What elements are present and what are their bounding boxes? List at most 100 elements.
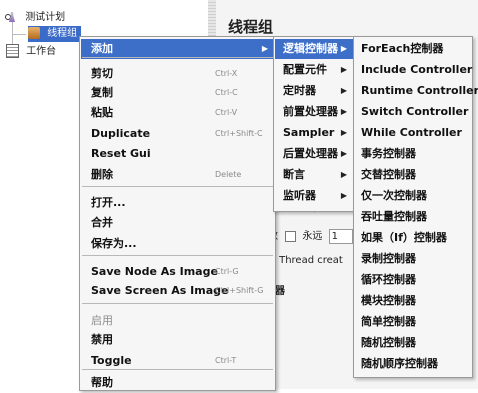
forever-checkbox[interactable] <box>285 230 297 242</box>
logic-controller-item-switch-controller[interactable]: Switch Controller <box>355 102 471 122</box>
tree-node-label: 测试计划 <box>25 12 66 23</box>
add-submenu-item-item-7[interactable]: 监听器 ▶ <box>275 186 353 206</box>
menu-item-shortcut: Ctrl-V <box>215 108 238 117</box>
menu-item-label: 帮助 <box>91 376 113 389</box>
tree-node-test-plan[interactable]: 测试计划 <box>5 10 66 26</box>
logic-controller-item-include-controller[interactable]: Include Controller <box>355 60 473 80</box>
menu-item-label: 交替控制器 <box>361 168 416 181</box>
logic-controller-item-item-11[interactable]: 循环控制器 <box>355 270 471 290</box>
context-menu: 添加 ▶ 剪切 Ctrl-X 复制 Ctrl-C 粘贴 Ctrl-V Duplicate Ctrl… <box>79 36 276 391</box>
tree-connector <box>12 34 26 35</box>
menu-item-label: 仅一次控制器 <box>361 189 427 202</box>
context-menu-item-item-3[interactable]: 粘贴 Ctrl-V <box>81 103 274 123</box>
workbench-icon <box>6 44 19 58</box>
thread-group-icon <box>28 27 40 39</box>
logic-controller-item-item-7[interactable]: 仅一次控制器 <box>355 186 471 206</box>
logic-controller-item-if[interactable]: 如果（If）控制器 <box>355 228 471 248</box>
submenu-arrow-icon: ▶ <box>340 149 347 158</box>
menu-item-shortcut: Ctrl+Shift-G <box>215 286 264 295</box>
menu-item-label: ForEach控制器 <box>361 42 444 55</box>
menu-item-label: 随机控制器 <box>361 336 416 349</box>
submenu-arrow-icon: ▶ <box>340 86 347 95</box>
logic-controller-item-item-5[interactable]: 事务控制器 <box>355 144 471 164</box>
submenu-arrow-icon: ▶ <box>261 44 268 53</box>
context-menu-item-save-node-as-image[interactable]: Save Node As Image Ctrl-G <box>81 262 274 282</box>
tree-node-label: 线程组 <box>47 28 78 39</box>
add-submenu-item-item-5[interactable]: 后置处理器 ▶ <box>275 144 353 164</box>
context-menu-item-item-9[interactable]: 保存为... <box>81 234 274 254</box>
logic-controller-item-while-controller[interactable]: While Controller <box>355 123 471 143</box>
menu-separator <box>82 186 273 187</box>
context-menu-item-item-15[interactable]: 帮助 <box>81 373 274 393</box>
context-menu-item-item-7[interactable]: 打开... <box>81 193 274 213</box>
menu-item-label: Toggle <box>91 354 132 367</box>
menu-item-label: Include Controller <box>361 63 473 76</box>
context-menu-item-toggle[interactable]: Toggle Ctrl-T <box>81 351 274 371</box>
menu-item-label: 吞吐量控制器 <box>361 210 427 223</box>
menu-item-label: 粘贴 <box>91 106 113 119</box>
submenu-arrow-icon: ▶ <box>340 128 347 137</box>
menu-separator <box>82 255 273 256</box>
menu-item-label: 配置元件 <box>283 63 327 76</box>
context-menu-item-item-13[interactable]: 禁用 <box>81 330 274 350</box>
loop-count-input[interactable]: 1 <box>328 228 353 244</box>
menu-separator <box>82 57 273 58</box>
menu-item-label: 删除 <box>91 168 113 181</box>
context-menu-item-item-1[interactable]: 剪切 Ctrl-X <box>81 64 274 84</box>
menu-item-shortcut: Ctrl-T <box>215 356 237 365</box>
test-plan-icon <box>5 11 18 23</box>
menu-separator <box>82 303 273 304</box>
menu-item-label: Reset Gui <box>91 147 151 160</box>
tree-node-label: 工作台 <box>26 46 57 57</box>
menu-item-label: Switch Controller <box>361 105 469 118</box>
logic-controller-item-foreach[interactable]: ForEach控制器 <box>355 39 471 59</box>
loop-count-row: 数 永远 1 <box>268 227 353 244</box>
context-menu-item-item-0[interactable]: 添加 ▶ <box>81 39 274 59</box>
add-submenu: 逻辑控制器 ▶ 配置元件 ▶ 定时器 ▶ 前置处理器 ▶ Sampler ▶ 后置处理器 ▶ 断言 ▶ 监听… <box>273 36 355 212</box>
menu-item-label: 简单控制器 <box>361 315 416 328</box>
forever-label: 永远 <box>302 231 323 242</box>
logic-controller-item-item-14[interactable]: 随机控制器 <box>355 333 471 353</box>
menu-item-label: 禁用 <box>91 333 113 346</box>
logic-controller-item-item-12[interactable]: 模块控制器 <box>355 291 471 311</box>
logic-controller-item-item-15[interactable]: 随机顺序控制器 <box>355 354 471 374</box>
context-menu-item-item-2[interactable]: 复制 Ctrl-C <box>81 83 274 103</box>
menu-item-label: 合并 <box>91 216 113 229</box>
delay-thread-creation-label: y Thread creat <box>270 255 343 266</box>
add-submenu-item-item-3[interactable]: 前置处理器 ▶ <box>275 102 353 122</box>
menu-item-label: Save Node As Image <box>91 265 218 278</box>
context-menu-item-save-screen-as-image[interactable]: Save Screen As Image Ctrl+Shift-G <box>81 281 274 301</box>
logic-controller-item-runtime-controller[interactable]: Runtime Controller <box>355 81 478 101</box>
menu-item-label: 剪切 <box>91 67 113 80</box>
menu-item-label: 添加 <box>91 42 113 55</box>
add-submenu-item-item-2[interactable]: 定时器 ▶ <box>275 81 353 101</box>
menu-item-shortcut: Ctrl-G <box>215 267 239 276</box>
logic-controller-item-item-8[interactable]: 吞吐量控制器 <box>355 207 471 227</box>
submenu-arrow-icon: ▶ <box>340 44 347 53</box>
context-menu-item-duplicate[interactable]: Duplicate Ctrl+Shift-C <box>81 124 274 144</box>
submenu-arrow-icon: ▶ <box>340 170 347 179</box>
logic-controller-item-item-10[interactable]: 录制控制器 <box>355 249 471 269</box>
submenu-arrow-icon: ▶ <box>340 107 347 116</box>
logic-controller-item-item-13[interactable]: 简单控制器 <box>355 312 471 332</box>
menu-item-label: Runtime Controller <box>361 84 478 97</box>
context-menu-item-reset-gui[interactable]: Reset Gui <box>81 144 274 164</box>
menu-item-label: 监听器 <box>283 189 316 202</box>
submenu-arrow-icon: ▶ <box>340 65 347 74</box>
menu-item-label: Save Screen As Image <box>91 284 229 297</box>
menu-item-shortcut: Delete <box>215 170 242 179</box>
tree-node-thread-group[interactable]: 线程组 <box>28 26 82 42</box>
menu-item-shortcut: Ctrl-X <box>215 69 238 78</box>
add-submenu-item-item-0[interactable]: 逻辑控制器 ▶ <box>275 39 353 59</box>
menu-item-label: 逻辑控制器 <box>283 42 338 55</box>
context-menu-item-item-6[interactable]: 删除 Delete <box>81 165 274 185</box>
add-submenu-item-sampler[interactable]: Sampler ▶ <box>275 123 353 143</box>
add-submenu-item-item-1[interactable]: 配置元件 ▶ <box>275 60 353 80</box>
scheduler-label: 器 <box>275 286 285 297</box>
tree-node-workbench[interactable]: 工作台 <box>6 44 56 60</box>
context-menu-item-item-12[interactable]: 启用 <box>81 311 274 331</box>
add-submenu-item-item-6[interactable]: 断言 ▶ <box>275 165 353 185</box>
menu-item-label: 打开... <box>91 196 126 209</box>
logic-controller-item-item-6[interactable]: 交替控制器 <box>355 165 471 185</box>
context-menu-item-item-8[interactable]: 合并 <box>81 213 274 233</box>
